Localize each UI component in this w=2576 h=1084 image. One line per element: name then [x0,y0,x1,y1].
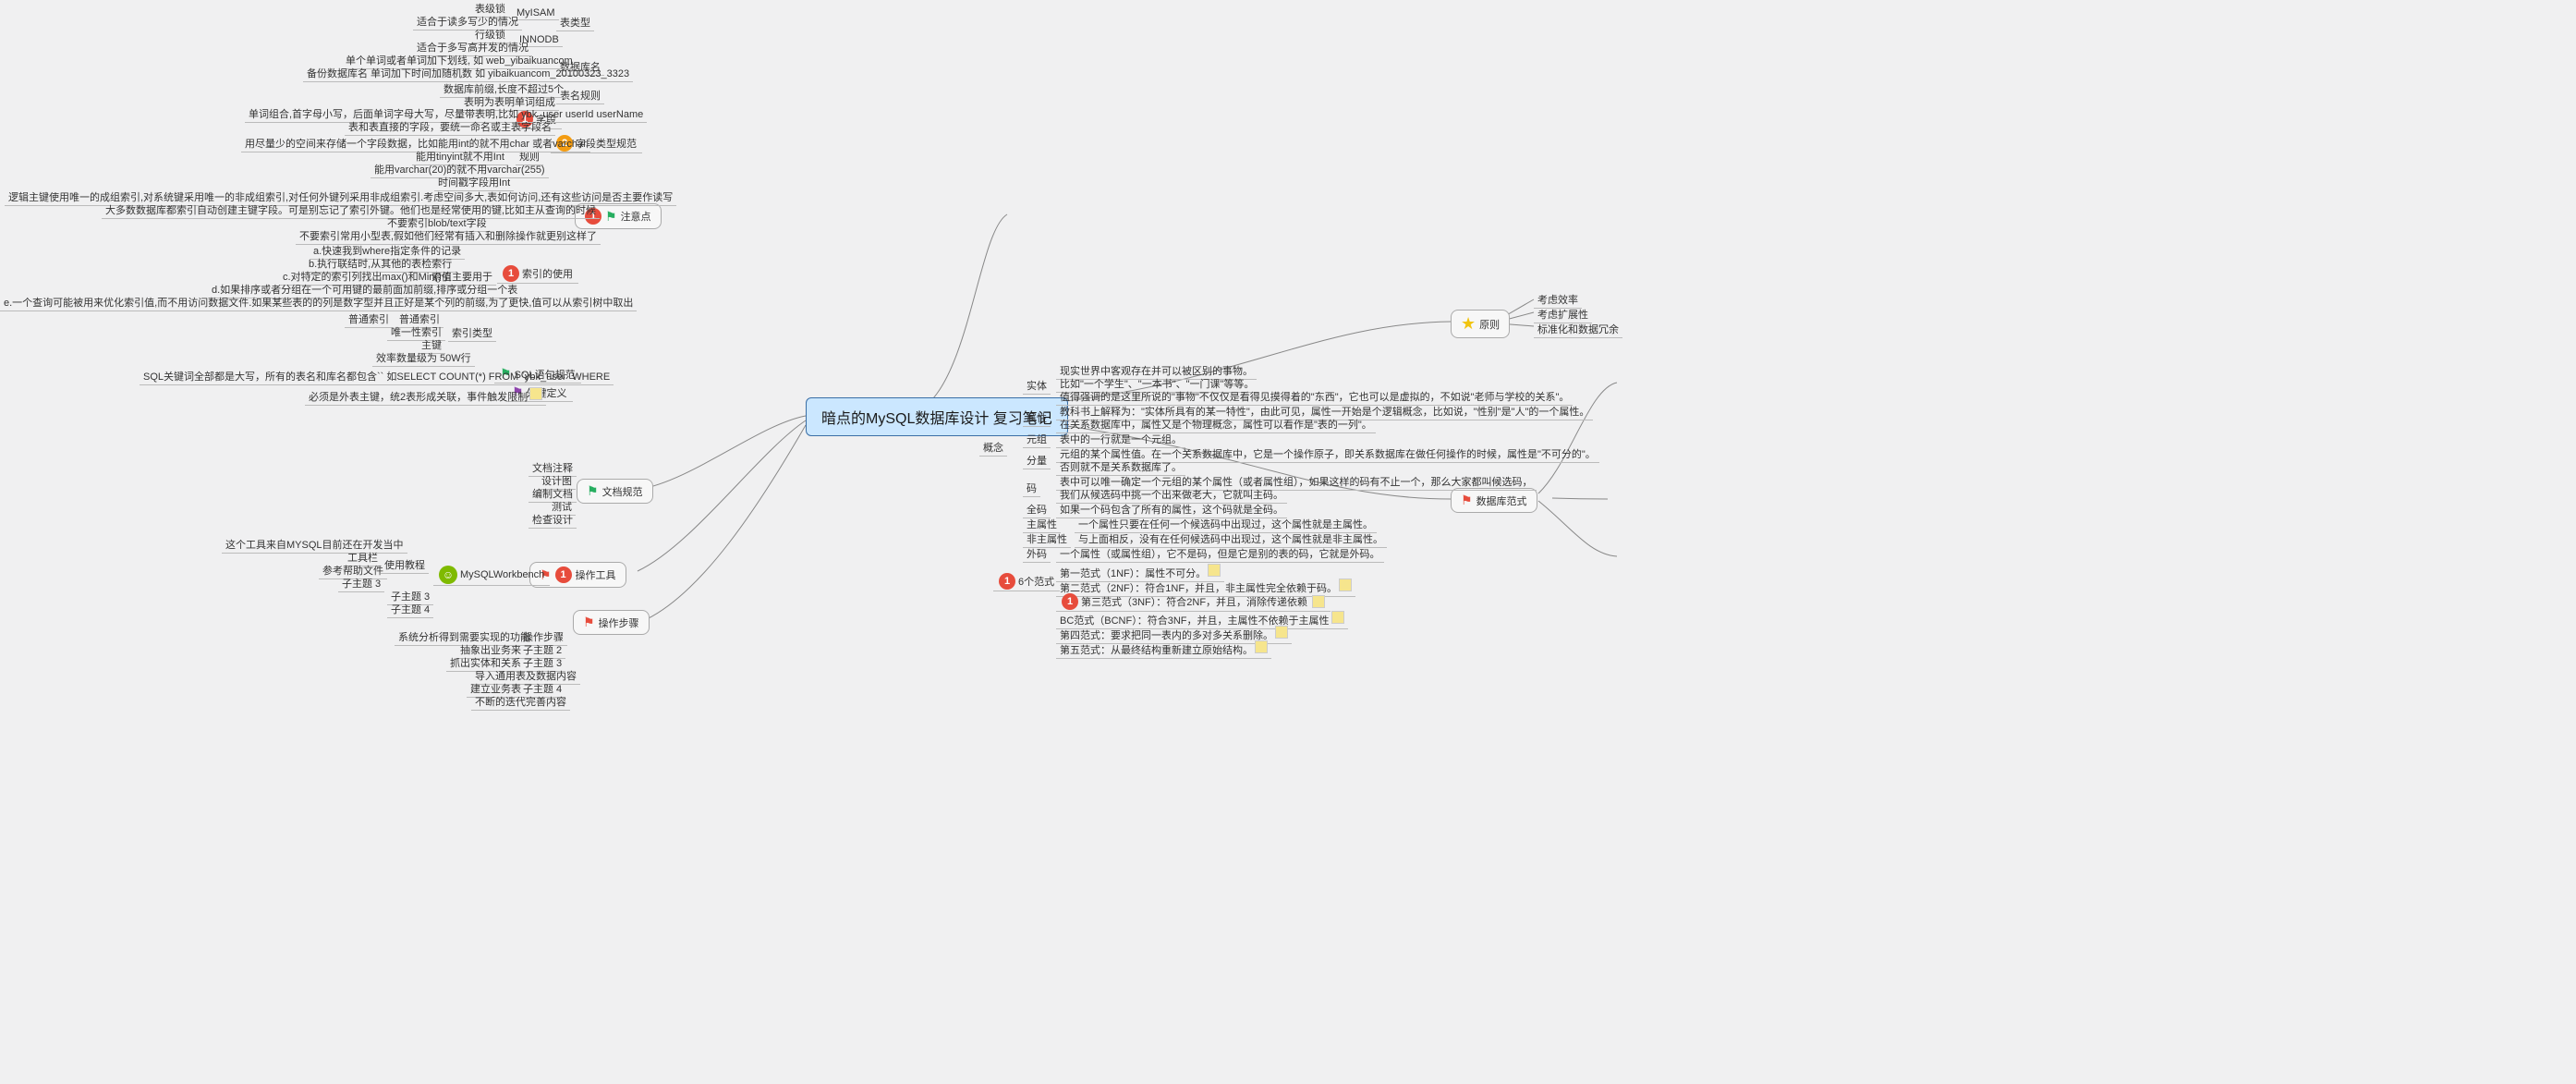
leaf[interactable]: 标准化和数据冗余 [1534,321,1622,338]
branch-fanshi[interactable]: ⚑数据库范式 [1451,488,1537,513]
n: e.一个查询可能被用来优化索引值,而不用访问数据文件.如果某些表的的列是数字型并… [0,294,637,311]
label: 操作步骤 [599,615,639,630]
n: 大多数数据库都索引自动创建主键字段。可是别忘记了索引外键。他们也是经常使用的键,… [102,201,600,219]
priority-1-icon: 1 [1062,593,1078,610]
n[interactable]: 检查设计 [529,511,577,529]
n[interactable]: 外码 [1023,545,1051,563]
node-gainian[interactable]: 概念 [979,439,1007,457]
n: 必须是外表主键，统2表形成关联，事件触发限制 [305,386,546,406]
n[interactable]: 子主题 4 [387,601,433,618]
n[interactable]: ☺MySQLWorkbench [433,565,550,586]
node-6fanshi[interactable]: 16个范式 [993,572,1060,591]
label: MySQLWorkbench [460,569,544,580]
label: 操作工具 [576,567,616,582]
priority-1-icon: 1 [555,566,572,583]
n[interactable]: 表类型 [556,14,594,31]
note-icon[interactable] [1312,595,1325,608]
branch-wendang[interactable]: ⚑文档规范 [577,479,653,504]
label: 6个范式 [1018,574,1054,589]
priority-1-icon: 1 [503,265,519,282]
flag-icon: ⚑ [1461,493,1473,508]
flag-icon: ⚑ [583,615,595,630]
note-icon[interactable] [1339,579,1352,591]
label: 注意点 [621,209,651,224]
note-icon[interactable] [1331,611,1344,624]
label: 文档规范 [602,484,643,499]
label: 数据库范式 [1476,493,1527,508]
n: 子主题 3 [338,575,384,592]
n: 普通索引 [345,311,393,328]
label: 原则 [1479,317,1500,332]
n[interactable]: 元组 [1023,431,1051,448]
n[interactable]: 分量 [1023,452,1051,469]
n: 1第三范式（3NF）：符合2NF，并且，消除传递依赖 [1056,592,1331,612]
note-icon[interactable] [529,387,542,400]
note-icon[interactable] [1275,626,1288,639]
flag-icon: ⚑ [587,483,599,499]
star-icon: ★ [1461,314,1476,334]
note-icon[interactable] [1255,640,1268,653]
flag-icon: ⚑ [605,209,617,225]
n: 第五范式：从最终结构重新建立原始结构。 [1056,639,1271,659]
n[interactable]: 实体 [1023,377,1051,395]
n[interactable]: 不断的迭代完善内容 [471,693,570,711]
n: 效率数量级为 50W行 [372,349,475,367]
n: 一个属性（或属性组），它不是码，但是它是别的表的码，它就是外码。 [1056,545,1384,563]
n[interactable]: 使用教程 [381,556,429,574]
n[interactable]: 码 [1023,480,1040,497]
n[interactable]: 索引类型 [448,324,496,342]
note-icon[interactable] [1208,564,1221,577]
priority-1-icon: 1 [999,573,1015,590]
n[interactable]: 属性 [1023,409,1051,427]
branch-buzhou[interactable]: ⚑ 操作步骤 [573,610,650,635]
smile-icon: ☺ [439,566,457,584]
branch-yuanze[interactable]: ★原则 [1451,310,1510,338]
label: 索引的使用 [522,266,573,281]
n: 表和表直接的字段，要统一命名或主表字段名 [345,118,555,136]
